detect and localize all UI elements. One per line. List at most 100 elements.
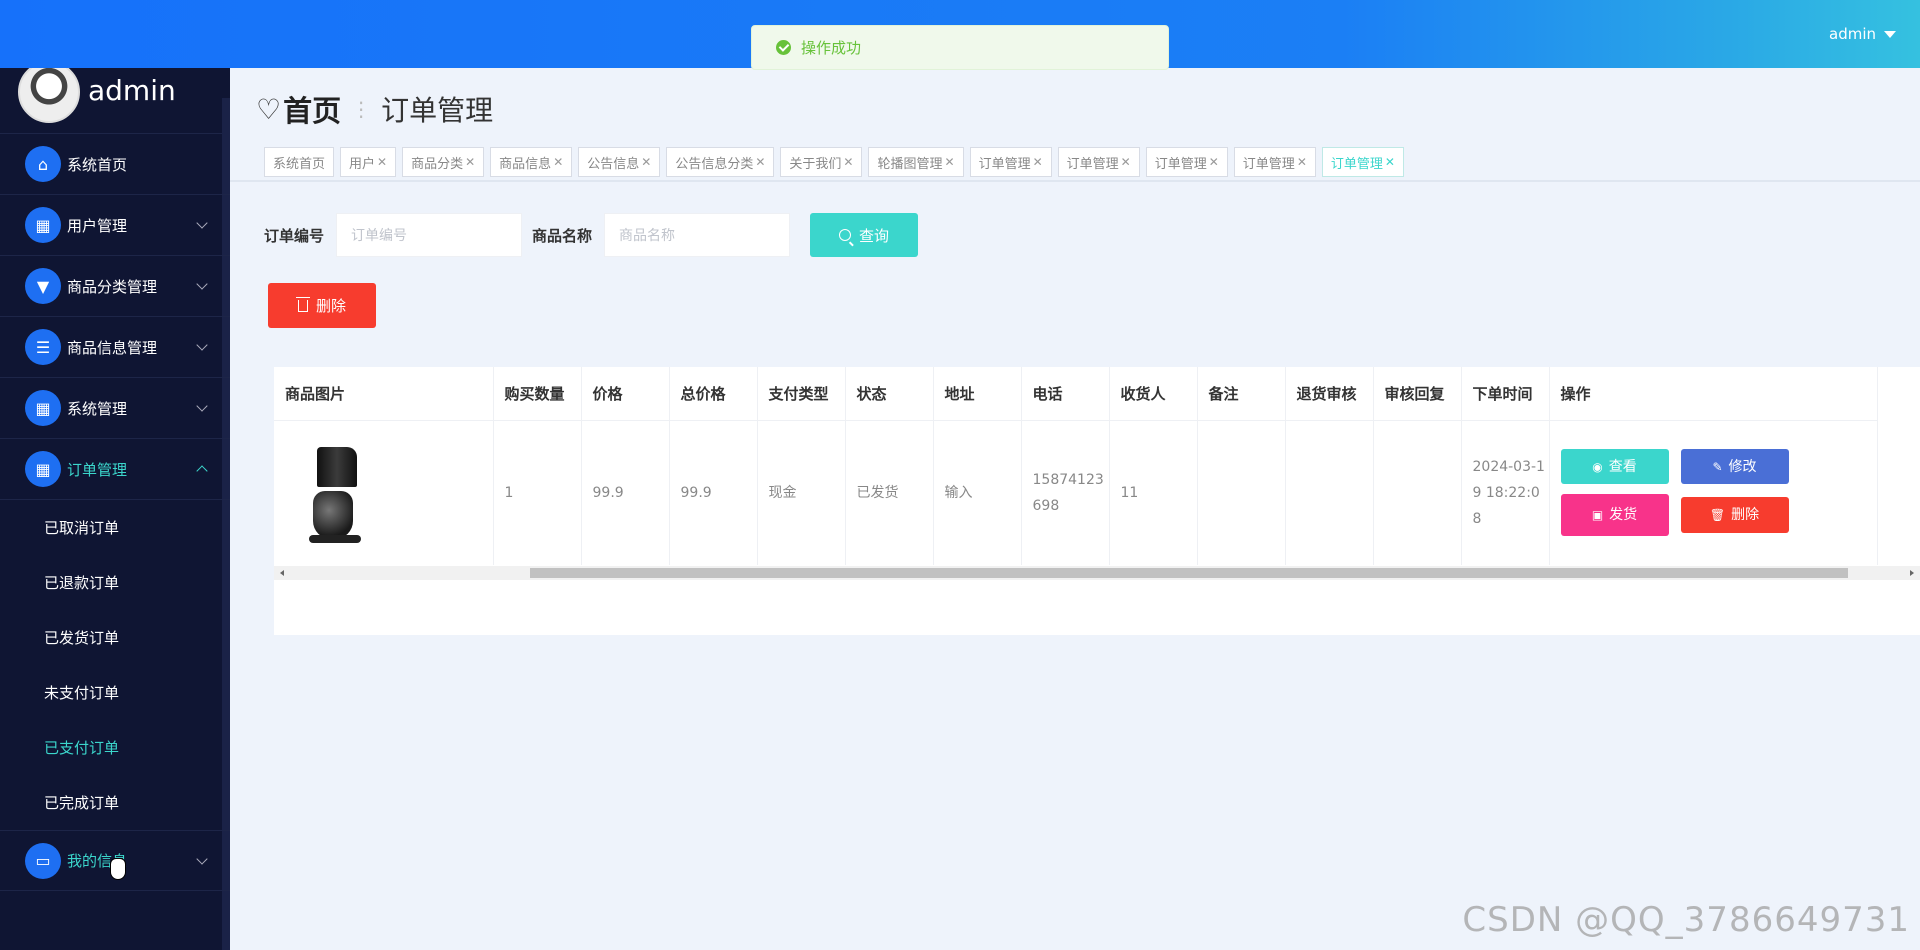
card-icon: ▭	[25, 842, 61, 879]
order-time-cell: 2024-03-19 18:22:08	[1461, 420, 1550, 565]
sidebar-subitem-completed[interactable]: 已完成订单	[0, 775, 230, 830]
close-icon[interactable]: ✕	[553, 155, 563, 169]
tag-orders[interactable]: 订单管理 ✕	[1057, 147, 1140, 177]
scroll-left-icon[interactable]	[280, 570, 284, 576]
sidebar-item-system[interactable]: ▦ 系统管理	[0, 378, 230, 439]
tag-orders[interactable]: 订单管理 ✕	[1145, 147, 1228, 177]
trash-icon: 🗑	[1709, 508, 1726, 523]
chevron-down-icon	[196, 400, 208, 412]
close-icon[interactable]: ✕	[945, 155, 955, 169]
sidebar-item-goods-info[interactable]: ☰ 商品信息管理	[0, 317, 230, 378]
ship-button[interactable]: ▣ 发货	[1560, 494, 1669, 537]
tag-notice-category[interactable]: 公告信息分类 ✕	[666, 147, 775, 177]
search-button[interactable]: 查询	[810, 213, 919, 257]
sidebar-item-home[interactable]: ⌂ 系统首页	[0, 134, 230, 195]
tag-users[interactable]: 用户 ✕	[340, 147, 397, 177]
edit-button[interactable]: ✎ 修改	[1680, 449, 1789, 485]
column-header: 价格	[581, 367, 670, 421]
tag-orders[interactable]: 订单管理 ✕	[1233, 147, 1316, 177]
grid-icon: ▦	[25, 390, 61, 426]
phone-cell: 15874123698	[1021, 420, 1110, 565]
sidebar-subitem-refunded[interactable]: 已退款订单	[0, 555, 230, 610]
close-icon[interactable]: ✕	[1385, 155, 1395, 169]
sidebar-item-goods-category[interactable]: ▼ 商品分类管理	[0, 256, 230, 317]
coffee-maker-image	[303, 443, 367, 543]
ship-label: 发货	[1609, 507, 1638, 524]
return-review-cell	[1285, 420, 1374, 565]
sidebar-item-label: 系统首页	[67, 155, 128, 174]
scroll-right-icon[interactable]	[1910, 570, 1914, 576]
chevron-down-icon	[196, 853, 208, 865]
grid-icon: ▦	[25, 207, 61, 243]
goods-name-label: 商品名称	[532, 226, 593, 245]
close-icon[interactable]: ✕	[641, 155, 651, 169]
tag-orders[interactable]: 订单管理 ✕	[969, 147, 1052, 177]
table-row: 1 99.9 99.9 现金 已发货 输入 15874123698 11 202…	[274, 420, 1878, 565]
column-header: 下单时间	[1461, 367, 1550, 421]
watermark: CSDN @QQ_3786649731	[1462, 900, 1910, 940]
table-horizontal-scrollbar[interactable]	[274, 566, 1920, 580]
tag-label: 订单管理	[1330, 156, 1383, 172]
close-icon[interactable]: ✕	[1297, 155, 1307, 169]
total-cell: 99.9	[669, 420, 758, 565]
batch-delete-button[interactable]: 删除	[268, 283, 376, 328]
column-header: 状态	[845, 367, 934, 421]
delete-button[interactable]: 🗑 删除	[1680, 497, 1789, 534]
close-icon[interactable]: ✕	[1033, 155, 1043, 169]
sidebar-subitem-shipped[interactable]: 已发货订单	[0, 610, 230, 665]
chevron-up-icon	[196, 465, 208, 477]
close-icon[interactable]: ✕	[1209, 155, 1219, 169]
goods-name-input[interactable]: 商品名称	[604, 213, 791, 257]
column-header: 退货审核	[1285, 367, 1374, 421]
hand-cursor-icon	[110, 858, 126, 880]
sidebar-subitem-cancelled[interactable]: 已取消订单	[0, 500, 230, 555]
tag-system-home[interactable]: 系统首页	[264, 147, 335, 177]
close-icon[interactable]: ✕	[755, 155, 765, 169]
actions-cell: ◉ 查看 ✎ 修改 ▣ 发货 🗑 删除	[1549, 420, 1878, 565]
search-form: 订单编号 订单编号 商品名称 商品名称 查询	[264, 213, 919, 257]
chevron-down-icon	[196, 217, 208, 229]
sidebar-subitem-unpaid[interactable]: 未支付订单	[0, 665, 230, 720]
caret-down-icon	[1884, 30, 1896, 38]
column-header: 电话	[1021, 367, 1110, 421]
breadcrumb-home[interactable]: 首页	[283, 88, 341, 130]
close-icon[interactable]: ✕	[1121, 155, 1131, 169]
heart-icon: ♡	[256, 92, 282, 126]
column-header: 总价格	[669, 367, 758, 421]
tag-orders-active[interactable]: 订单管理 ✕	[1321, 147, 1404, 177]
sidebar-item-users[interactable]: ▦ 用户管理	[0, 195, 230, 256]
goods-image-cell	[274, 420, 494, 565]
tag-label: 订单管理	[1154, 156, 1207, 172]
tag-goods-info[interactable]: 商品信息 ✕	[490, 147, 573, 177]
tag-notice-info[interactable]: 公告信息 ✕	[578, 147, 661, 177]
tag-label: 商品分类	[411, 156, 464, 172]
subitem-label: 已发货订单	[44, 629, 120, 647]
sidebar-subitem-paid[interactable]: 已支付订单	[0, 720, 230, 775]
close-icon[interactable]: ✕	[377, 155, 387, 169]
close-icon[interactable]: ✕	[843, 155, 853, 169]
quantity-cell: 1	[493, 420, 582, 565]
pay-type-cell: 现金	[757, 420, 846, 565]
sidebar: admin ⌂ 系统首页 ▦ 用户管理 ▼ 商品分类管理 ☰ 商品信息管理 ▦ …	[0, 68, 230, 950]
column-header: 备注	[1197, 367, 1286, 421]
close-icon[interactable]: ✕	[465, 155, 475, 169]
tag-about-us[interactable]: 关于我们 ✕	[780, 147, 863, 177]
search-icon	[839, 229, 852, 241]
home-icon: ⌂	[25, 146, 61, 182]
scrollbar-thumb[interactable]	[530, 568, 1848, 578]
divider	[230, 180, 1920, 182]
tag-carousel[interactable]: 轮播图管理 ✕	[868, 147, 964, 177]
column-header: 地址	[933, 367, 1022, 421]
order-no-input[interactable]: 订单编号	[336, 213, 523, 257]
sidebar-item-orders[interactable]: ▦ 订单管理	[0, 439, 230, 500]
chevron-down-icon	[196, 278, 208, 290]
tag-label: 订单管理	[1066, 156, 1119, 172]
tag-label: 关于我们	[789, 156, 842, 172]
order-no-label: 订单编号	[264, 226, 325, 245]
tag-goods-category[interactable]: 商品分类 ✕	[402, 147, 485, 177]
view-button[interactable]: ◉ 查看	[1560, 449, 1669, 485]
tag-bar: 系统首页 用户 ✕ 商品分类 ✕ 商品信息 ✕ 公告信息 ✕ 公告信息分类 ✕ 关于我们 ✕…	[264, 147, 1404, 177]
column-header: 审核回复	[1373, 367, 1462, 421]
column-header: 商品图片	[274, 367, 494, 421]
user-menu[interactable]: admin	[1829, 25, 1896, 43]
